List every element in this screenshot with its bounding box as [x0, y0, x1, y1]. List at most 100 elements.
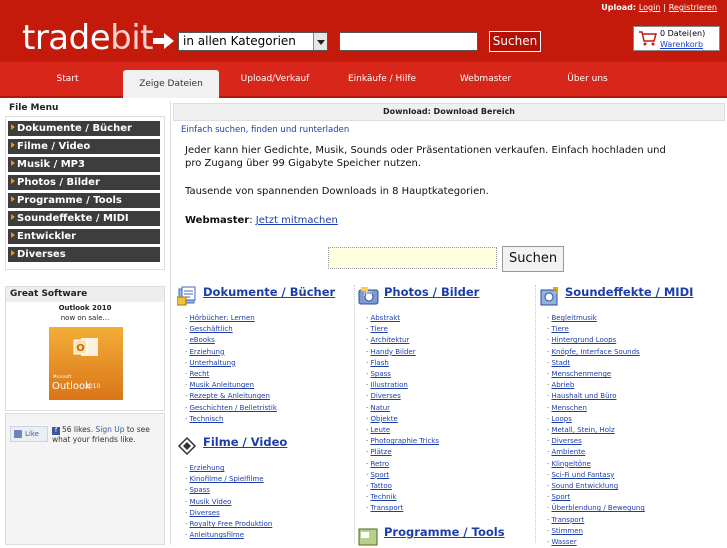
category-link[interactable]: Ambiente	[547, 447, 645, 458]
category-link[interactable]: Rezepte & Anleitungen	[185, 391, 277, 402]
category-title-dokumente[interactable]: Dokumente / Bücher	[203, 285, 335, 299]
sidebar-item-diverses[interactable]: Diverses	[8, 247, 160, 262]
category-link[interactable]: Stimmen	[547, 526, 645, 537]
category-link[interactable]: Anleitungsfilme	[185, 530, 272, 541]
category-link[interactable]: Flash	[366, 358, 439, 369]
category-title-filme[interactable]: Filme / Video	[203, 435, 287, 449]
category-link[interactable]: Transport	[547, 515, 645, 526]
category-link-label: Technisch	[189, 414, 224, 423]
category-link[interactable]: Hörbücher: Lernen	[185, 313, 277, 324]
sign-up-link[interactable]: Sign Up	[95, 425, 124, 434]
sidebar-item-dokumente[interactable]: Dokumente / Bücher	[8, 121, 160, 136]
search-input[interactable]	[339, 32, 478, 51]
category-link[interactable]: Sport	[366, 470, 439, 481]
category-link[interactable]: Spass	[366, 369, 439, 380]
category-list-soundeffekte: Begleitmusik Tiere Hintergrund Loops Knöpfe…	[547, 313, 645, 548]
documents-icon	[177, 286, 196, 306]
category-link[interactable]: Haushalt und Büro	[547, 391, 645, 402]
outlook-product-image[interactable]: O Microsoft Outlook 2010	[49, 327, 123, 400]
category-link[interactable]: Sport	[547, 492, 645, 503]
category-link[interactable]: Handy Bilder	[366, 347, 439, 358]
category-link[interactable]: Geschäftlich	[185, 324, 277, 335]
category-link[interactable]: Natur	[366, 403, 439, 414]
sidebar-item-soundeffekte[interactable]: Soundeffekte / MIDI	[8, 211, 160, 226]
intro-link[interactable]: Einfach suchen, finden und runterladen	[181, 125, 349, 135]
category-link[interactable]: Diverses	[547, 436, 645, 447]
category-link[interactable]: Klingeltöne	[547, 459, 645, 470]
category-link[interactable]: Abstrakt	[366, 313, 439, 324]
category-link[interactable]: Menschen	[547, 403, 645, 414]
category-link-label: Musik Anleitungen	[189, 381, 255, 390]
category-title-photos[interactable]: Photos / Bilder	[384, 285, 479, 299]
tradebit-logo[interactable]: tradebit	[22, 18, 154, 58]
category-link[interactable]: Hintergrund Loops	[547, 335, 645, 346]
main-search-button[interactable]: Suchen	[502, 246, 564, 272]
category-select[interactable]: in allen Kategorien	[178, 32, 328, 51]
category-link[interactable]: Objekte	[366, 414, 439, 425]
category-link[interactable]: Sci-Fi und Fantasy	[547, 470, 645, 481]
sidebar: File Menu Dokumente / Bücher Filme / Vid…	[5, 101, 165, 545]
category-link[interactable]: Metall, Stein, Holz	[547, 425, 645, 436]
category-link[interactable]: Tiere	[547, 324, 645, 335]
category-link[interactable]: Retro	[366, 459, 439, 470]
tab-start[interactable]: Start	[40, 62, 95, 98]
tab-zeige-dateien[interactable]: Zeige Dateien	[123, 70, 219, 98]
tab-upload-verkauf[interactable]: Upload/Verkauf	[232, 62, 318, 98]
category-link-label: Kinofilme / Spielfilme	[189, 475, 264, 484]
category-title-soundeffekte[interactable]: Soundeffekte / MIDI	[565, 285, 693, 299]
category-link[interactable]: Transport	[366, 503, 439, 514]
category-link[interactable]: Leute	[366, 425, 439, 436]
category-link[interactable]: Wasser	[547, 537, 645, 548]
category-link[interactable]: Photographie Tricks	[366, 436, 439, 447]
category-list-dokumente: Hörbücher: Lernen Geschäftlich eBooks Erzie…	[185, 313, 277, 425]
category-link[interactable]: Architektur	[366, 335, 439, 346]
category-link[interactable]: Diverses	[185, 508, 272, 519]
category-link[interactable]: Tattoo	[366, 481, 439, 492]
category-link[interactable]: Technik	[366, 492, 439, 503]
category-link[interactable]: Abrieb	[547, 380, 645, 391]
category-link[interactable]: eBooks	[185, 335, 277, 346]
category-link[interactable]: Knöpfe, Interface Sounds	[547, 347, 645, 358]
outlook-icon: O	[73, 338, 98, 356]
category-link[interactable]: Erziehung	[185, 463, 272, 474]
sidebar-item-photos[interactable]: Photos / Bilder	[8, 175, 160, 190]
category-link[interactable]: Sound Entwicklung	[547, 481, 645, 492]
sidebar-item-filme[interactable]: Filme / Video	[8, 139, 160, 154]
category-link-label: Leute	[370, 426, 391, 435]
category-link[interactable]: Spass	[185, 485, 272, 496]
category-link[interactable]: Royalty Free Produktion	[185, 519, 272, 530]
category-link[interactable]: Plätze	[366, 447, 439, 458]
tab-ueber-uns[interactable]: Über uns	[555, 62, 620, 98]
cart-box[interactable]: 0 Datei(en) Warenkorb	[633, 26, 720, 51]
sidebar-item-entwickler[interactable]: Entwickler	[8, 229, 160, 244]
category-link[interactable]: Illustration	[366, 380, 439, 391]
category-link[interactable]: Menschenmenge	[547, 369, 645, 380]
category-link[interactable]: Begleitmusik	[547, 313, 645, 324]
cart-link[interactable]: Warenkorb	[660, 40, 703, 49]
sidebar-item-musik[interactable]: Musik / MP3	[8, 157, 160, 172]
category-link[interactable]: Unterhaltung	[185, 358, 277, 369]
category-link[interactable]: Recht	[185, 369, 277, 380]
category-link[interactable]: Geschichten / Belletristik	[185, 403, 276, 414]
category-link[interactable]: Diverses	[366, 391, 439, 402]
category-link[interactable]: Stadt	[547, 358, 645, 369]
main-search-input[interactable]	[328, 247, 497, 269]
search-button[interactable]: Suchen	[489, 31, 541, 52]
category-title-programme[interactable]: Programme / Tools	[384, 525, 505, 539]
product-name[interactable]: Outlook 2010	[6, 304, 164, 312]
sidebar-item-programme[interactable]: Programme / Tools	[8, 193, 160, 208]
category-link[interactable]: Erziehung	[185, 347, 277, 358]
category-link[interactable]: Überblendung / Bewegung	[547, 503, 644, 514]
register-link[interactable]: Registrieren	[669, 3, 717, 12]
like-button[interactable]: Like	[10, 426, 48, 442]
category-link[interactable]: Loops	[547, 414, 645, 425]
tab-einkaeufe-hilfe[interactable]: Einkäufe / Hilfe	[337, 62, 427, 98]
category-link[interactable]: Technisch	[185, 414, 277, 425]
category-link[interactable]: Tiere	[366, 324, 439, 335]
login-link[interactable]: Login	[639, 3, 661, 12]
webmaster-link[interactable]: Jetzt mitmachen	[256, 215, 338, 226]
tab-webmaster[interactable]: Webmaster	[448, 62, 523, 98]
category-link[interactable]: Kinofilme / Spielfilme	[185, 474, 272, 485]
category-link[interactable]: Musik Video	[185, 497, 272, 508]
category-link[interactable]: Musik Anleitungen	[185, 380, 277, 391]
